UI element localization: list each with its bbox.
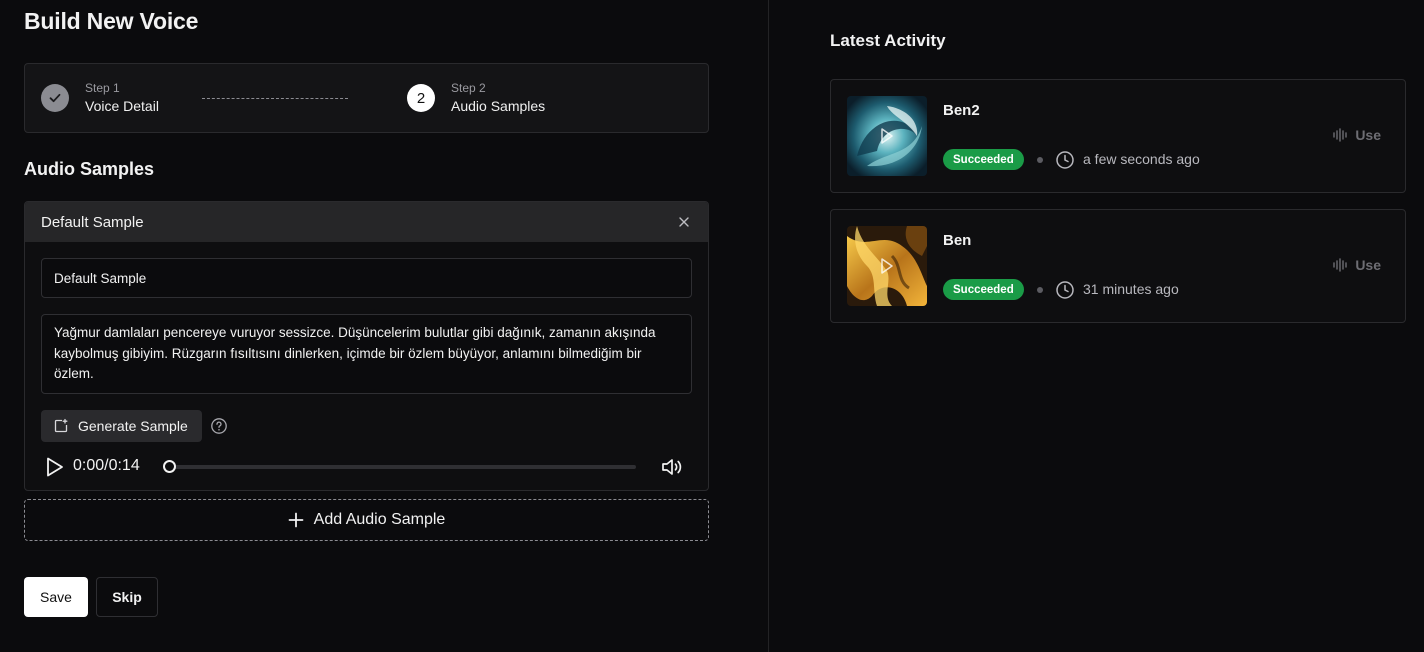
add-audio-sample-label: Add Audio Sample [313,511,446,528]
voice-artwork-wave [847,96,927,176]
step-2-number: Step 2 [451,81,486,95]
generate-sample-label: Generate Sample [78,418,188,434]
close-icon[interactable] [674,212,694,232]
generate-icon [54,418,68,433]
status-badge: Succeeded [943,149,1024,170]
step-1-number: Step 1 [85,81,120,95]
clock-icon [1056,281,1074,299]
step-1-label: Voice Detail [85,98,159,114]
activity-item: Ben2 Succeeded a few seconds ago Use [830,79,1406,193]
progress-track[interactable] [168,465,636,469]
play-preview-icon[interactable] [879,256,895,276]
voice-name: Ben2 [943,102,980,119]
step-2-number-badge: 2 [407,84,435,112]
build-voice-panel: Build New Voice Step 1 Voice Detail 2 St… [0,0,769,652]
activity-title: Latest Activity [830,31,946,50]
voice-name: Ben [943,232,972,249]
volume-icon[interactable] [660,455,684,479]
sample-card-title: Default Sample [41,213,144,231]
clock-icon [1056,151,1074,169]
audio-samples-title: Audio Samples [24,159,155,179]
waveform-icon [1333,258,1348,272]
activity-time: a few seconds ago [1083,151,1200,167]
add-audio-sample-button[interactable]: Add Audio Sample [24,499,709,541]
activity-time: 31 minutes ago [1083,281,1179,297]
use-label: Use [1355,257,1381,273]
plus-icon [288,512,304,528]
separator-dot [1037,287,1043,293]
use-voice-button[interactable]: Use [1333,257,1381,273]
separator-dot [1037,157,1043,163]
step-2-label: Audio Samples [451,98,546,114]
audio-player: 0:00/0:14 [41,452,692,482]
stepper: Step 1 Voice Detail 2 Step 2 Audio Sampl… [24,63,709,133]
play-icon[interactable] [45,456,65,478]
step-1-check-icon [41,84,69,112]
activity-panel: Latest Activity Ben2 Succeeded a few sec… [770,0,1424,652]
step-connector [202,98,348,99]
help-icon[interactable] [210,417,228,435]
progress-thumb[interactable] [163,460,176,473]
sample-card-header: Default Sample [25,202,708,242]
sample-name-input[interactable] [41,258,692,298]
skip-button[interactable]: Skip [96,577,158,617]
waveform-icon [1333,128,1348,142]
sample-card: Default Sample Yağmur damlaları pencerey… [24,201,709,491]
sample-text-input[interactable]: Yağmur damlaları pencereye vuruyor sessi… [41,314,692,394]
save-button[interactable]: Save [24,577,88,617]
use-voice-button[interactable]: Use [1333,127,1381,143]
play-preview-icon[interactable] [879,126,895,146]
page-title: Build New Voice [24,8,199,34]
use-label: Use [1355,127,1381,143]
activity-item: Ben Succeeded 31 minutes ago Use [830,209,1406,323]
player-time: 0:00/0:14 [73,457,140,474]
status-badge: Succeeded [943,279,1024,300]
voice-artwork-gold [847,226,927,306]
generate-sample-button[interactable]: Generate Sample [41,410,202,442]
